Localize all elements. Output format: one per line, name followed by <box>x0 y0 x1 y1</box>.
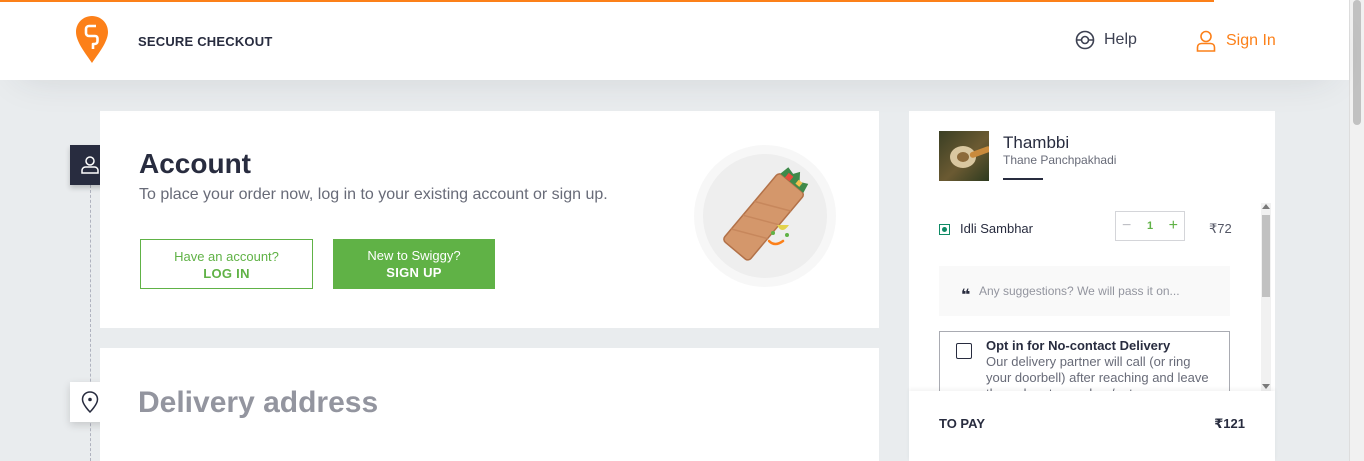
to-pay-label: TO PAY <box>939 416 986 431</box>
signup-button[interactable]: New to Swiggy? SIGN UP <box>333 239 495 289</box>
signup-button-caption: New to Swiggy? <box>367 248 461 263</box>
login-button-caption: Have an account? <box>174 249 279 264</box>
cart-scrollbar-thumb[interactable] <box>1262 215 1270 297</box>
page-progress-line <box>0 0 1214 2</box>
sign-in-link[interactable]: Sign In <box>1196 30 1276 52</box>
cart-scrollbar[interactable] <box>1261 203 1271 391</box>
to-pay-bar: TO PAY ₹121 <box>909 391 1275 461</box>
suggestions-input[interactable]: ❝ Any suggestions? We will pass it on... <box>939 266 1230 316</box>
quantity-stepper: − 1 + <box>1115 211 1185 241</box>
veg-indicator-icon <box>939 224 950 235</box>
signup-button-label: SIGN UP <box>386 265 442 280</box>
help-label: Help <box>1104 31 1137 48</box>
swiggy-logo-icon[interactable] <box>76 16 108 64</box>
page-scrollbar-thumb[interactable] <box>1353 0 1361 125</box>
restaurant-area: Thane Panchpakhadi <box>1003 153 1117 167</box>
cart-panel: Thambbi Thane Panchpakhadi Idli Sambhar … <box>909 111 1275 461</box>
page-title: SECURE CHECKOUT <box>138 34 273 49</box>
top-header: SECURE CHECKOUT Help Sign In <box>0 0 1349 80</box>
suggestions-placeholder: Any suggestions? We will pass it on... <box>979 284 1180 298</box>
quote-icon: ❝ <box>961 287 971 304</box>
sign-in-label: Sign In <box>1226 32 1276 49</box>
scroll-up-arrow-icon[interactable] <box>1262 204 1270 209</box>
no-contact-checkbox[interactable] <box>956 343 972 359</box>
lifebuoy-icon <box>1075 30 1095 50</box>
delivery-address-title: Delivery address <box>138 386 379 419</box>
restaurant-underline <box>1003 178 1043 180</box>
food-wrap-illustration <box>691 145 839 287</box>
login-button[interactable]: Have an account? LOG IN <box>140 239 313 289</box>
cart-item-name: Idli Sambhar <box>960 221 1033 236</box>
cart-item-price: ₹72 <box>1209 221 1232 236</box>
restaurant-image <box>939 131 989 181</box>
no-contact-delivery-option[interactable]: Opt in for No-contact Delivery Our deliv… <box>939 331 1230 391</box>
help-link[interactable]: Help <box>1075 30 1137 50</box>
page-scrollbar[interactable] <box>1349 0 1364 461</box>
account-subtitle: To place your order now, log in to your … <box>139 186 608 203</box>
to-pay-amount: ₹121 <box>1214 416 1245 431</box>
quantity-value: 1 <box>1146 220 1154 232</box>
restaurant-name: Thambbi <box>1003 133 1070 152</box>
cart-items-scroll-area[interactable]: Idli Sambhar − 1 + ₹72 ❝ Any suggestions… <box>909 203 1275 391</box>
no-contact-title: Opt in for No-contact Delivery <box>986 338 1171 353</box>
scroll-down-arrow-icon[interactable] <box>1262 384 1270 389</box>
no-contact-description: Our delivery partner will call (or ring … <box>986 354 1209 391</box>
account-card: Account To place your order now, log in … <box>100 111 879 328</box>
delivery-address-card: Delivery address <box>100 348 879 461</box>
user-icon <box>1196 30 1216 52</box>
decrease-quantity-button[interactable]: − <box>1122 218 1131 234</box>
increase-quantity-button[interactable]: + <box>1169 218 1178 234</box>
login-button-label: LOG IN <box>203 266 250 281</box>
account-title: Account <box>139 148 251 179</box>
